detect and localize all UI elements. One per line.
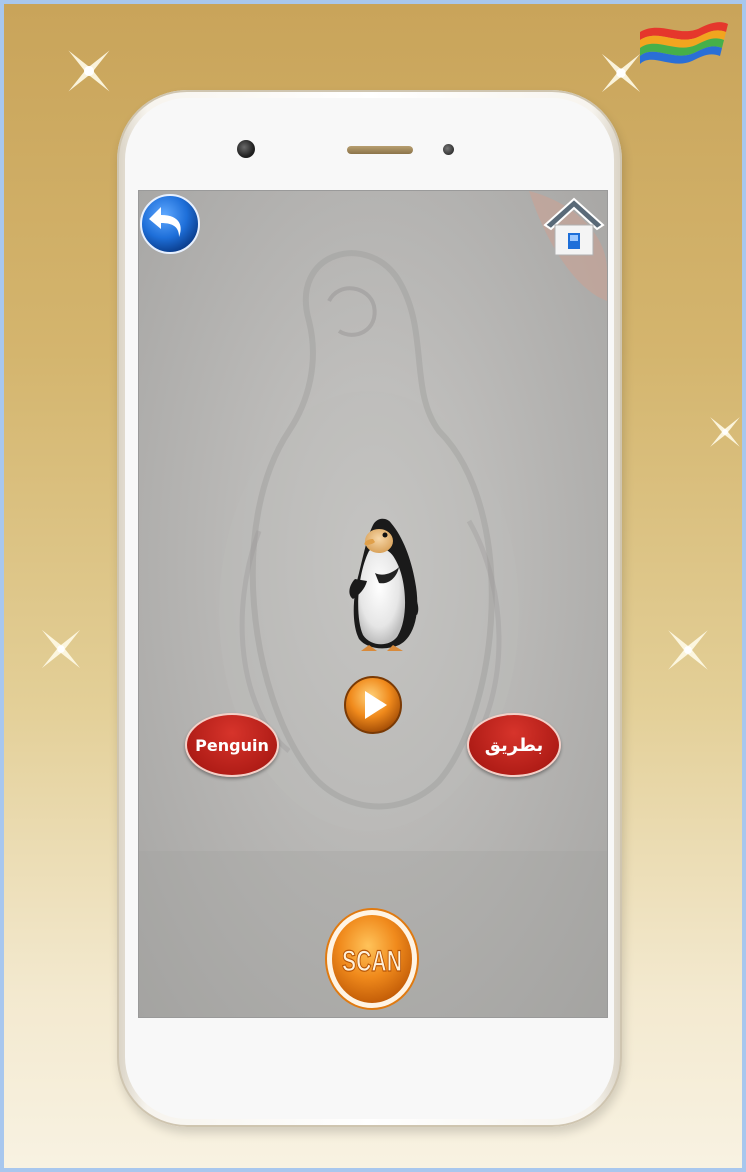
proximity-sensor bbox=[443, 144, 454, 155]
front-camera bbox=[237, 140, 255, 158]
sparkle-icon bbox=[710, 417, 740, 447]
sparkle-icon bbox=[41, 629, 81, 669]
rainbow-flag-logo bbox=[640, 22, 728, 64]
sparkle-icon bbox=[668, 630, 708, 670]
english-word-button[interactable]: Penguin bbox=[185, 713, 279, 777]
app-background: Penguin بطريق SCAN bbox=[0, 0, 746, 1172]
earpiece-speaker bbox=[347, 146, 413, 154]
arabic-word-button[interactable]: بطريق bbox=[467, 713, 561, 777]
scan-label: SCAN bbox=[342, 945, 402, 978]
home-icon bbox=[543, 197, 605, 256]
scan-button[interactable]: SCAN bbox=[324, 907, 420, 1011]
camera-viewport: Penguin بطريق SCAN bbox=[138, 190, 608, 1018]
play-sound-button[interactable] bbox=[343, 675, 403, 735]
penguin-3d-model bbox=[349, 518, 419, 651]
sparkle-icon bbox=[68, 50, 110, 92]
home-button[interactable] bbox=[541, 193, 607, 259]
back-button[interactable] bbox=[139, 193, 201, 255]
